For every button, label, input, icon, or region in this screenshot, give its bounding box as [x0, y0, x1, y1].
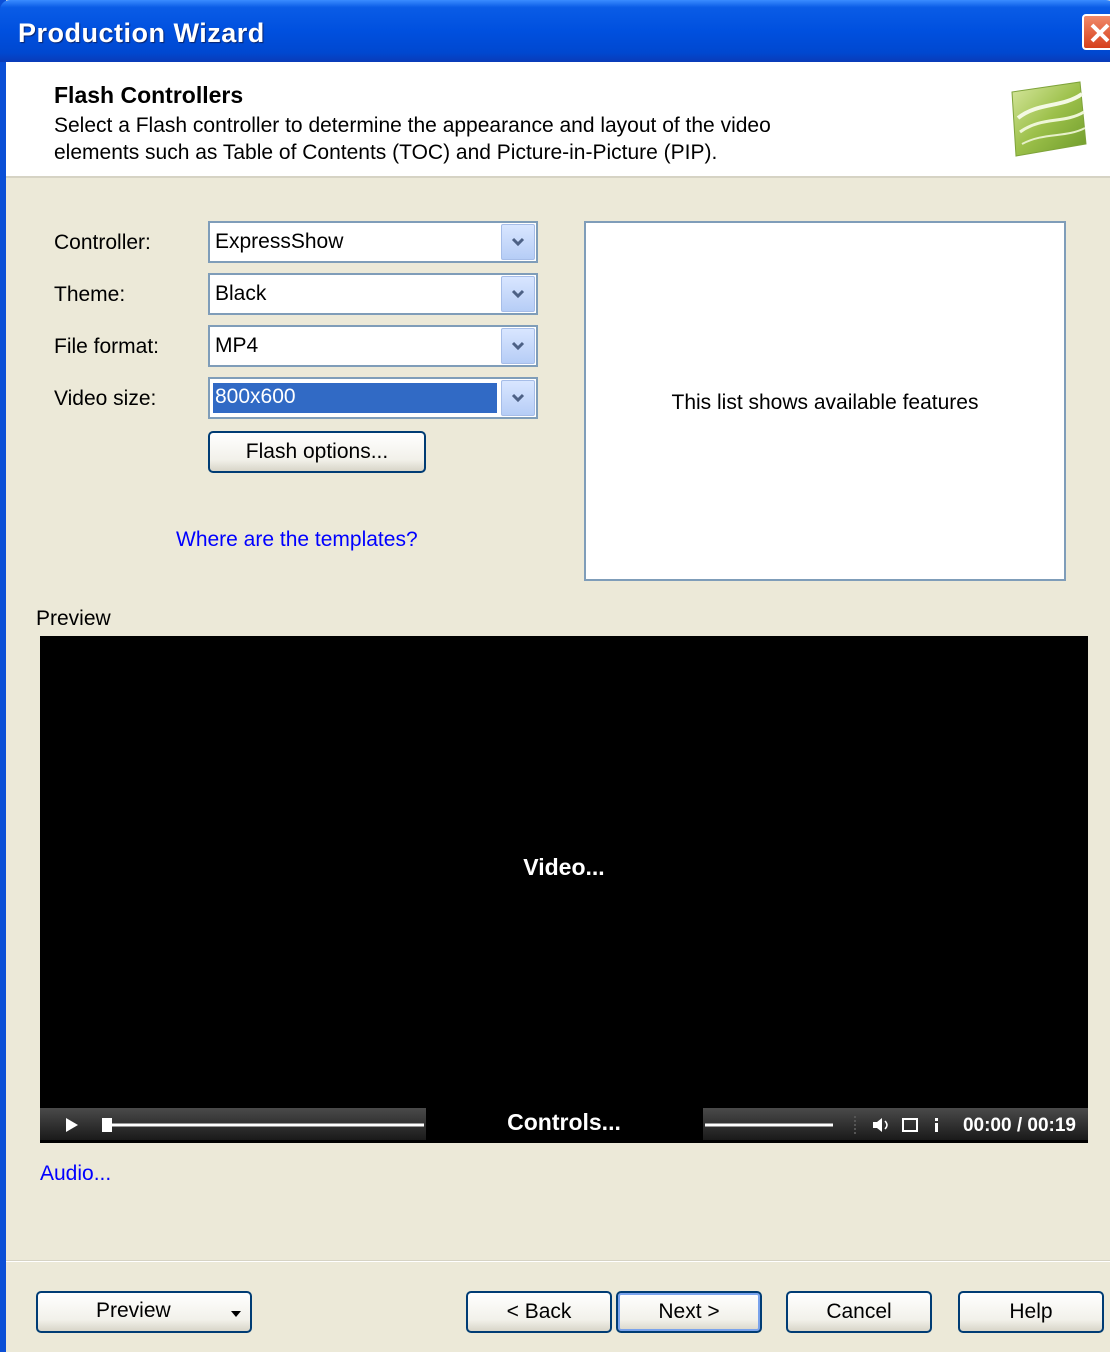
theme-dropdown-button[interactable]: [501, 276, 535, 312]
preview-label: Preview: [36, 607, 111, 630]
file-format-label: File format:: [54, 335, 160, 358]
chevron-down-icon: [511, 237, 525, 247]
wizard-logo-icon: [1011, 81, 1087, 157]
controller-value: ExpressShow: [215, 230, 344, 253]
seek-bar-right: 00:00 / 00:19: [703, 1108, 1088, 1140]
title-bar: Production Wizard: [0, 0, 1110, 62]
video-size-dropdown-button[interactable]: [501, 380, 535, 416]
theme-label: Theme:: [54, 283, 126, 306]
controller-select[interactable]: ExpressShow: [208, 221, 538, 263]
player-control-bar: Controls... 00:00 / 00:19: [40, 1106, 1088, 1143]
audio-link[interactable]: Audio...: [40, 1162, 111, 1186]
video-size-value: 800x600: [213, 383, 497, 413]
footer-divider: [6, 1260, 1110, 1262]
video-size-select[interactable]: 800x600: [208, 377, 538, 419]
back-button[interactable]: < Back: [466, 1291, 612, 1333]
wizard-header: Flash Controllers Select a Flash control…: [6, 62, 1110, 178]
preview-button-label: Preview: [96, 1299, 171, 1322]
info-icon: [935, 1123, 938, 1132]
controller-dropdown-button[interactable]: [501, 224, 535, 260]
features-placeholder: This list shows available features: [671, 391, 979, 414]
video-placeholder: Video...: [523, 854, 605, 880]
file-format-value: MP4: [215, 334, 259, 357]
chevron-down-icon: [511, 289, 525, 299]
preview-area: Video... Controls... 00:00 / 00:19: [40, 636, 1088, 1143]
cancel-button[interactable]: Cancel: [786, 1291, 932, 1333]
page-description: Select a Flash controller to determine t…: [54, 114, 771, 164]
chevron-down-icon: [511, 393, 525, 403]
file-format-dropdown-button[interactable]: [501, 328, 535, 364]
dropdown-arrow-icon[interactable]: [230, 1310, 242, 1318]
theme-value: Black: [215, 282, 267, 305]
close-icon: [1090, 23, 1110, 43]
time-display: 00:00 / 00:19: [962, 1115, 1076, 1136]
close-button[interactable]: [1082, 14, 1110, 50]
next-button[interactable]: Next >: [616, 1291, 762, 1333]
window-title: Production Wizard: [18, 18, 265, 48]
fullscreen-icon: [902, 1118, 918, 1132]
templates-link[interactable]: Where are the templates?: [176, 528, 418, 552]
features-list[interactable]: This list shows available features: [584, 221, 1066, 581]
video-size-label: Video size:: [54, 387, 157, 410]
file-format-select[interactable]: MP4: [208, 325, 538, 367]
help-button[interactable]: Help: [958, 1291, 1104, 1333]
production-wizard-window: Production Wizard Flash Controllers Sele…: [0, 0, 1110, 1352]
volume-icon: [873, 1118, 882, 1132]
chevron-down-icon: [511, 341, 525, 351]
theme-select[interactable]: Black: [208, 273, 538, 315]
controller-label: Controller:: [54, 231, 151, 254]
flash-options-button[interactable]: Flash options...: [208, 431, 426, 473]
preview-split-button[interactable]: Preview: [36, 1291, 252, 1333]
page-title: Flash Controllers: [54, 82, 244, 108]
